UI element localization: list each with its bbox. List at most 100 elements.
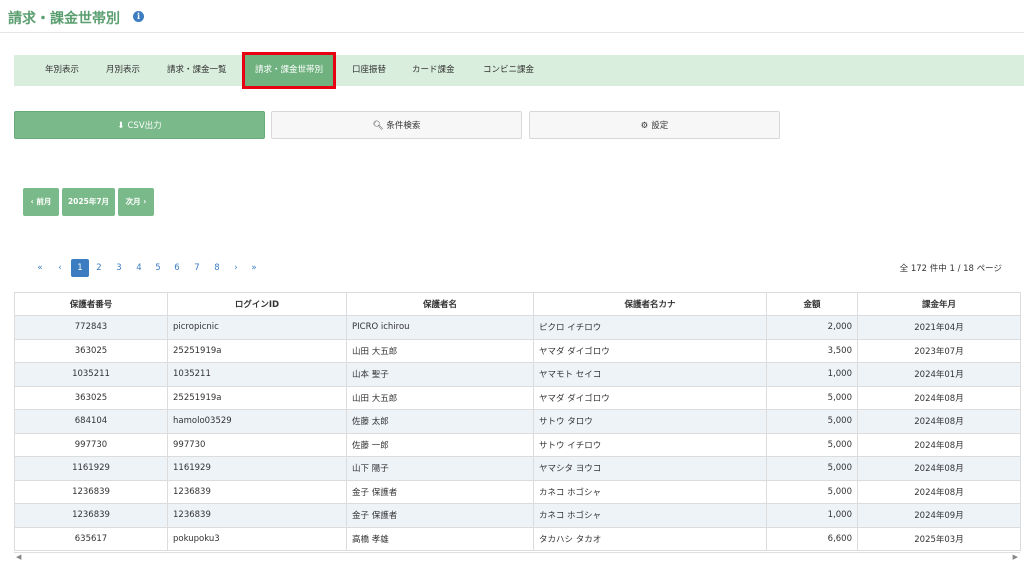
prev-month-button[interactable]: ‹ 前月 <box>23 188 59 216</box>
header-guardian-kana[interactable]: 保護者名カナ <box>533 292 767 316</box>
cell-guardian-number: 1035211 <box>14 362 168 387</box>
cell-login-id: picropicnic <box>167 315 347 340</box>
table-row[interactable]: 363025 25251919a 山田 大五郎 ヤマダ ダイゴロウ 3,500 2023年… <box>14 338 1021 363</box>
page-info: 全 172 件中 1 / 18 ページ <box>899 264 1002 274</box>
search-button[interactable]: 🔍︎ 条件検索 <box>271 111 522 139</box>
cell-guardian-number: 1161929 <box>14 456 168 481</box>
csv-export-label: CSV出力 <box>127 121 162 131</box>
cell-amount: 5,000 <box>766 385 858 410</box>
cell-guardian-kana: ヤマダ ダイゴロウ <box>533 338 767 363</box>
tab-monthly[interactable]: 月別表示 <box>106 55 140 86</box>
cell-login-id: 997730 <box>167 432 347 457</box>
cell-amount: 3,500 <box>766 338 858 363</box>
table-row[interactable]: 1161929 1161929 山下 陽子 ヤマシタ ヨウコ 5,000 2024年08月 <box>14 456 1021 481</box>
cell-guardian-name: 佐藤 一郎 <box>346 432 534 457</box>
table-header-row: 保護者番号 ログインID 保護者名 保護者名カナ 金額 課金年月 <box>14 292 1021 316</box>
table-row[interactable]: 772843 picropicnic PICRO ichirou ピクロ イチロウ 2,… <box>14 315 1021 340</box>
search-icon: 🔍︎ <box>372 121 384 131</box>
page-prev[interactable]: ‹ <box>54 259 66 277</box>
info-icon[interactable]: i <box>133 11 144 22</box>
cell-guardian-kana: ピクロ イチロウ <box>533 315 767 340</box>
cell-login-id: 1035211 <box>167 362 347 387</box>
csv-export-button[interactable]: ⬇ CSV出力 <box>14 111 265 139</box>
table-row[interactable]: 1236839 1236839 金子 保護者 カネコ ホゴシャ 1,000 2024年09… <box>14 503 1021 528</box>
cell-billing-month: 2025年03月 <box>857 526 1021 551</box>
horizontal-scrollbar[interactable]: ◀ ▶ <box>14 552 1020 561</box>
cell-amount: 5,000 <box>766 409 858 434</box>
billing-table: 保護者番号 ログインID 保護者名 保護者名カナ 金額 課金年月 772843 p… <box>14 292 1021 551</box>
search-label: 条件検索 <box>386 121 421 131</box>
cell-amount: 5,000 <box>766 479 858 504</box>
cell-billing-month: 2024年01月 <box>857 362 1021 387</box>
tab-billing-household[interactable]: 請求・課金世帯別 <box>242 52 337 89</box>
cell-billing-month: 2024年09月 <box>857 503 1021 528</box>
cell-billing-month: 2024年08月 <box>857 409 1021 434</box>
tab-bank-transfer[interactable]: 口座振替 <box>352 55 386 86</box>
cell-guardian-number: 1236839 <box>14 479 168 504</box>
cell-guardian-number: 363025 <box>14 385 168 410</box>
scroll-right-icon[interactable]: ▶ <box>1013 553 1018 561</box>
gear-icon: ⚙ <box>640 121 649 131</box>
cell-amount: 5,000 <box>766 456 858 481</box>
cell-guardian-name: 金子 保護者 <box>346 479 534 504</box>
cell-guardian-kana: ヤマモト セイコ <box>533 362 767 387</box>
cell-login-id: 1236839 <box>167 503 347 528</box>
scroll-left-icon[interactable]: ◀ <box>16 553 21 561</box>
header-billing-month[interactable]: 課金年月 <box>857 292 1021 316</box>
table-row[interactable]: 684104 hamolo03529 佐藤 太郎 サトウ タロウ 5,000 2024年0… <box>14 409 1021 434</box>
tab-yearly[interactable]: 年別表示 <box>45 55 79 86</box>
cell-login-id: 1161929 <box>167 456 347 481</box>
page-last[interactable]: » <box>248 259 260 277</box>
table-row[interactable]: 635617 pokupoku3 高橋 孝雄 タカハシ タカオ 6,600 2025年03… <box>14 526 1021 551</box>
cell-billing-month: 2024年08月 <box>857 385 1021 410</box>
page-8[interactable]: 8 <box>211 259 223 277</box>
table-row[interactable]: 1035211 1035211 山本 聖子 ヤマモト セイコ 1,000 2024年01月 <box>14 362 1021 387</box>
cell-billing-month: 2021年04月 <box>857 315 1021 340</box>
page-7[interactable]: 7 <box>191 259 203 277</box>
cell-amount: 6,600 <box>766 526 858 551</box>
page-2[interactable]: 2 <box>93 259 105 277</box>
cell-guardian-kana: ヤマダ ダイゴロウ <box>533 385 767 410</box>
next-month-button[interactable]: 次月 › <box>118 188 154 216</box>
page-3[interactable]: 3 <box>113 259 125 277</box>
tab-bar: 年別表示 月別表示 請求・課金一覧 請求・課金世帯別 口座振替 カード課金 コン… <box>14 52 1024 89</box>
header-guardian-name[interactable]: 保護者名 <box>346 292 534 316</box>
cell-login-id: pokupoku3 <box>167 526 347 551</box>
cell-guardian-name: 高橋 孝雄 <box>346 526 534 551</box>
page-1[interactable]: 1 <box>71 259 89 277</box>
current-month-button[interactable]: 2025年7月 <box>62 188 115 216</box>
title-bar: 請求・課金世帯別 i <box>0 0 1024 33</box>
page-4[interactable]: 4 <box>133 259 145 277</box>
cell-amount: 1,000 <box>766 503 858 528</box>
cell-guardian-number: 772843 <box>14 315 168 340</box>
cell-guardian-kana: サトウ タロウ <box>533 409 767 434</box>
page-5[interactable]: 5 <box>152 259 164 277</box>
tab-card-billing[interactable]: カード課金 <box>412 55 455 86</box>
page-first[interactable]: « <box>34 259 46 277</box>
cell-login-id: 1236839 <box>167 479 347 504</box>
cell-amount: 5,000 <box>766 432 858 457</box>
cell-guardian-number: 684104 <box>14 409 168 434</box>
page-6[interactable]: 6 <box>171 259 183 277</box>
cell-login-id: 25251919a <box>167 338 347 363</box>
tab-billing-list[interactable]: 請求・課金一覧 <box>167 55 227 86</box>
cell-billing-month: 2024年08月 <box>857 479 1021 504</box>
page-title: 請求・課金世帯別 <box>8 11 120 27</box>
cell-amount: 2,000 <box>766 315 858 340</box>
page-next[interactable]: › <box>230 259 242 277</box>
download-icon: ⬇ <box>117 121 125 131</box>
header-amount[interactable]: 金額 <box>766 292 858 316</box>
header-login-id[interactable]: ログインID <box>167 292 347 316</box>
cell-guardian-name: 山下 陽子 <box>346 456 534 481</box>
table-row[interactable]: 363025 25251919a 山田 大五郎 ヤマダ ダイゴロウ 5,000 2024年… <box>14 385 1021 410</box>
table-row[interactable]: 997730 997730 佐藤 一郎 サトウ イチロウ 5,000 2024年08月 <box>14 432 1021 457</box>
cell-guardian-name: 山田 大五郎 <box>346 338 534 363</box>
tab-convenience-billing[interactable]: コンビニ課金 <box>483 55 534 86</box>
settings-button[interactable]: ⚙ 設定 <box>529 111 780 139</box>
cell-billing-month: 2024年08月 <box>857 456 1021 481</box>
header-guardian-number[interactable]: 保護者番号 <box>14 292 168 316</box>
cell-login-id: 25251919a <box>167 385 347 410</box>
table-row[interactable]: 1236839 1236839 金子 保護者 カネコ ホゴシャ 5,000 2024年08… <box>14 479 1021 504</box>
settings-label: 設定 <box>651 121 669 131</box>
cell-guardian-name: 山田 大五郎 <box>346 385 534 410</box>
